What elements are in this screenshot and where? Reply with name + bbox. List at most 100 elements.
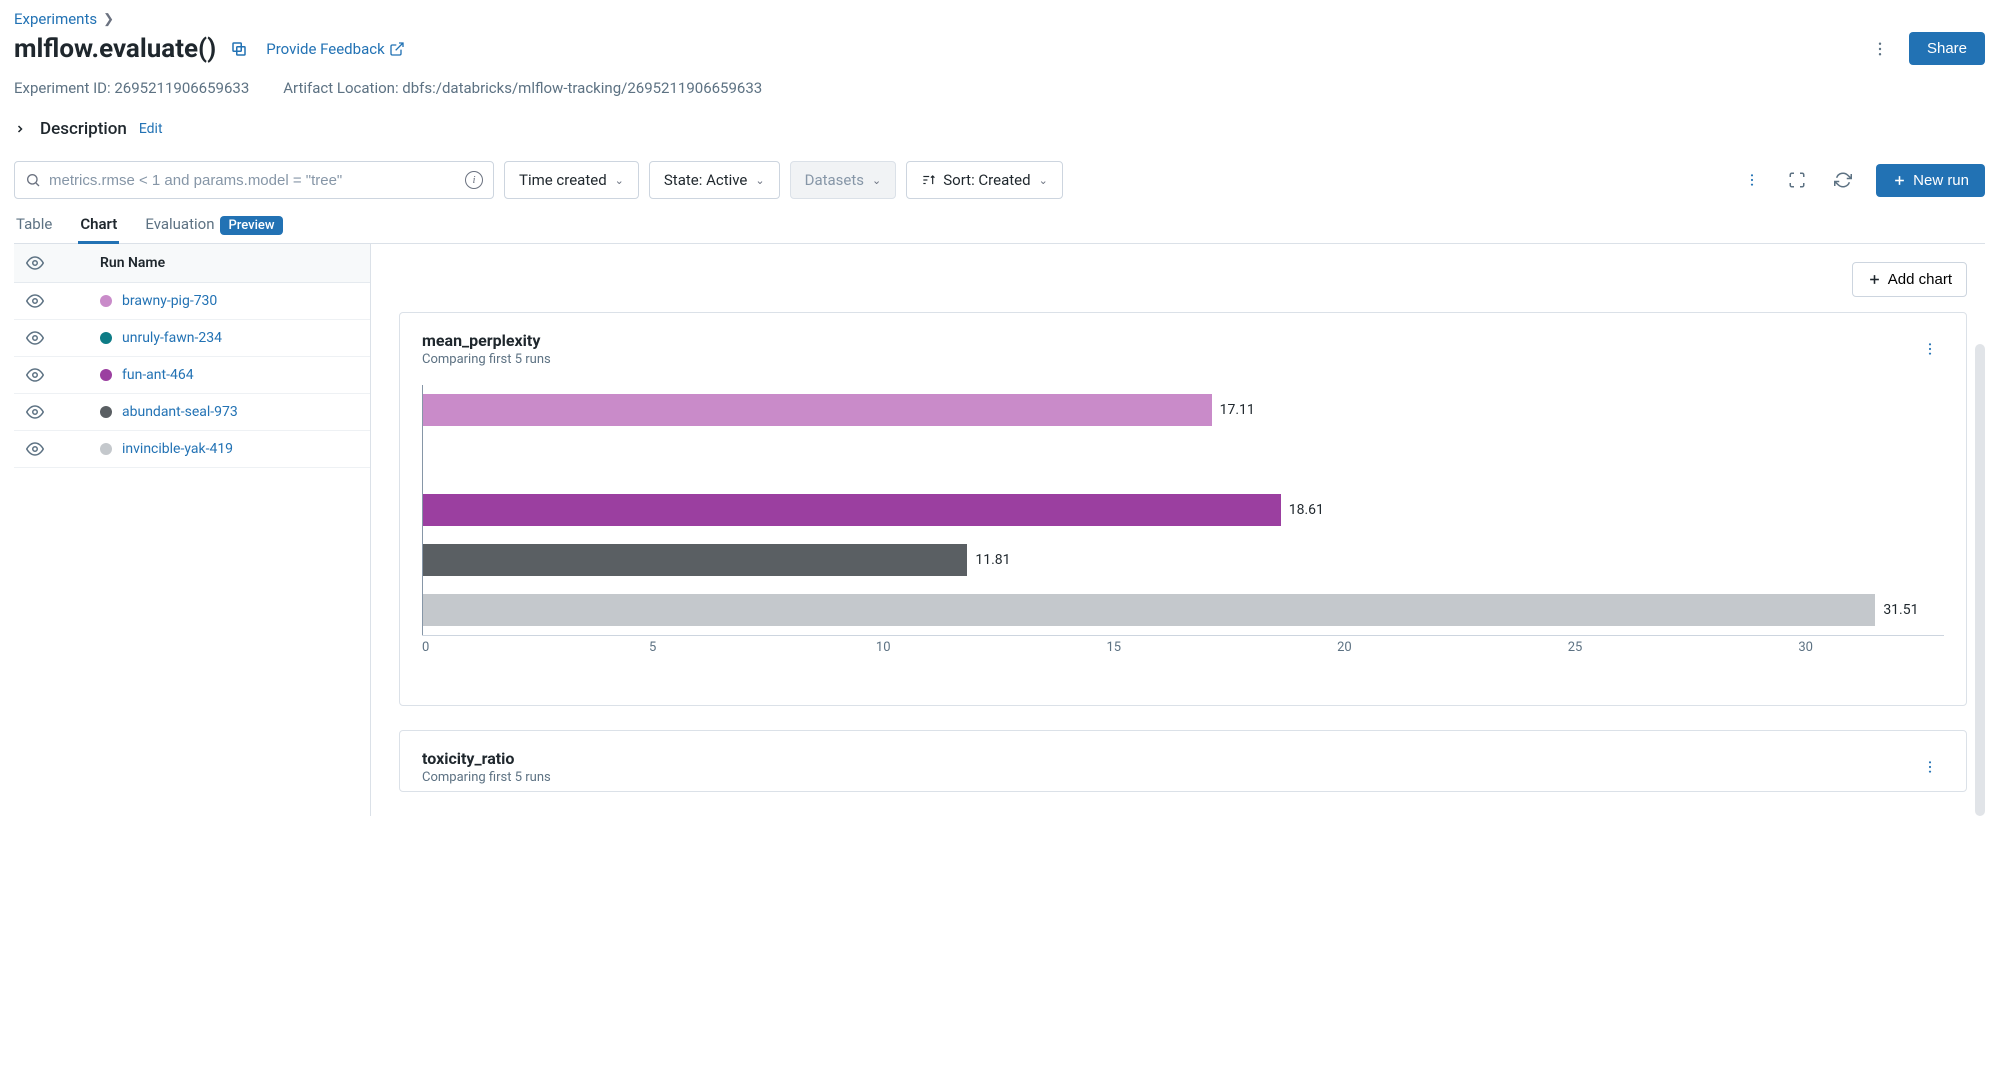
add-chart-label: Add chart [1888,271,1952,288]
feedback-label: Provide Feedback [266,40,384,58]
provide-feedback-link[interactable]: Provide Feedback [266,40,404,58]
chart-card-toxicity-ratio: toxicity_ratio Comparing first 5 runs [399,730,1967,792]
new-run-button[interactable]: New run [1876,164,1985,197]
experiment-id: Experiment ID: 2695211906659633 [14,79,249,97]
run-name-link[interactable]: brawny-pig-730 [122,293,217,309]
columns-button[interactable] [1740,168,1764,192]
artifact-location: Artifact Location: dbfs:/databricks/mlfl… [283,79,762,97]
run-color-dot [100,406,112,418]
plus-icon [1867,272,1882,287]
run-color-dot [100,295,112,307]
add-chart-button[interactable]: Add chart [1852,262,1967,297]
page-title: mlflow.evaluate() [14,34,216,64]
share-button[interactable]: Share [1909,32,1985,65]
fullscreen-icon [1788,171,1806,189]
run-row[interactable]: brawny-pig-730 [14,283,370,320]
x-axis-tick: 30 [1798,640,1813,655]
chart-bar-row: 17.11 [423,394,1944,426]
preview-badge: Preview [220,216,282,235]
dropdown-label: Sort: Created [943,171,1030,189]
page-menu-button[interactable] [1865,34,1895,64]
tab-evaluation[interactable]: EvaluationPreview [143,215,284,243]
chart-card-mean-perplexity: mean_perplexity Comparing first 5 runs 1… [399,312,1967,706]
sort-dropdown[interactable]: Sort: Created ⌄ [906,161,1063,199]
fullscreen-button[interactable] [1784,167,1810,193]
chevron-down-icon: ⌄ [615,174,624,187]
external-link-icon [389,41,405,57]
run-name-link[interactable]: unruly-fawn-234 [122,330,222,346]
plus-icon [1892,173,1907,188]
description-label: Description [40,119,127,139]
run-color-dot [100,332,112,344]
run-list-header: Run Name [14,244,370,283]
chart-subtitle: Comparing first 5 runs [422,770,1916,785]
chart-bar[interactable] [423,544,967,576]
run-name-link[interactable]: abundant-seal-973 [122,404,238,420]
search-input[interactable] [49,172,465,189]
search-box[interactable]: i [14,161,494,199]
chart-bar-row: 18.61 [423,494,1944,526]
bar-value-label: 31.51 [1883,602,1918,618]
run-row[interactable]: abundant-seal-973 [14,394,370,431]
chart-bar[interactable] [423,594,1875,626]
charts-area: Add chart mean_perplexity Comparing firs… [371,244,1985,816]
kebab-icon [1922,341,1938,357]
run-row[interactable]: unruly-fawn-234 [14,320,370,357]
dropdown-label: Time created [519,171,607,189]
eye-icon[interactable] [26,292,44,310]
chart-bar-row: 11.81 [423,544,1944,576]
dropdown-label: State: Active [664,171,748,189]
x-axis-tick: 15 [1107,640,1122,655]
run-row[interactable]: fun-ant-464 [14,357,370,394]
run-color-dot [100,443,112,455]
chevron-right-icon[interactable] [14,123,28,135]
kebab-icon [1744,172,1760,188]
state-dropdown[interactable]: State: Active ⌄ [649,161,780,199]
copy-icon[interactable] [230,40,248,58]
x-axis-tick: 25 [1568,640,1583,655]
run-name-link[interactable]: invincible-yak-419 [122,441,233,457]
bar-value-label: 17.11 [1220,402,1255,418]
eye-icon [26,254,44,272]
chart-menu-button[interactable] [1916,331,1944,367]
info-icon[interactable]: i [465,171,483,189]
x-axis-tick: 10 [876,640,891,655]
eye-icon[interactable] [26,366,44,384]
eye-icon[interactable] [26,403,44,421]
x-axis-tick: 5 [649,640,656,655]
kebab-icon [1922,759,1938,775]
refresh-button[interactable] [1830,167,1856,193]
chart-bar[interactable] [423,494,1281,526]
breadcrumb-root[interactable]: Experiments [14,10,97,28]
chevron-down-icon: ⌄ [755,174,764,187]
bar-value-label: 18.61 [1289,502,1324,518]
chevron-right-icon: ❯ [103,12,114,27]
chart-title: toxicity_ratio [422,749,1916,768]
tab-table[interactable]: Table [14,215,54,243]
time-created-dropdown[interactable]: Time created ⌄ [504,161,639,199]
scrollbar[interactable] [1975,344,1985,816]
run-name-link[interactable]: fun-ant-464 [122,367,194,383]
kebab-icon [1871,40,1889,58]
chart-menu-button[interactable] [1916,749,1944,785]
run-color-dot [100,369,112,381]
run-row[interactable]: invincible-yak-419 [14,431,370,468]
breadcrumb: Experiments ❯ [14,10,1985,28]
experiment-meta: Experiment ID: 2695211906659633 Artifact… [14,79,1985,97]
datasets-dropdown: Datasets ⌄ [790,161,897,199]
refresh-icon [1834,171,1852,189]
x-axis-tick: 20 [1337,640,1352,655]
edit-description-link[interactable]: Edit [139,121,163,137]
chart-bar[interactable] [423,394,1212,426]
chart-bar-row: 31.51 [423,594,1944,626]
new-run-label: New run [1913,172,1969,189]
chevron-down-icon: ⌄ [872,174,881,187]
chevron-down-icon: ⌄ [1039,174,1048,187]
eye-icon[interactable] [26,329,44,347]
chart-title: mean_perplexity [422,331,1916,350]
run-name-header: Run Name [100,255,165,271]
eye-icon[interactable] [26,440,44,458]
run-list: Run Name brawny-pig-730 unruly-fawn-234 … [14,244,371,816]
tab-chart[interactable]: Chart [78,215,119,243]
tabs: Table Chart EvaluationPreview [14,215,1985,244]
